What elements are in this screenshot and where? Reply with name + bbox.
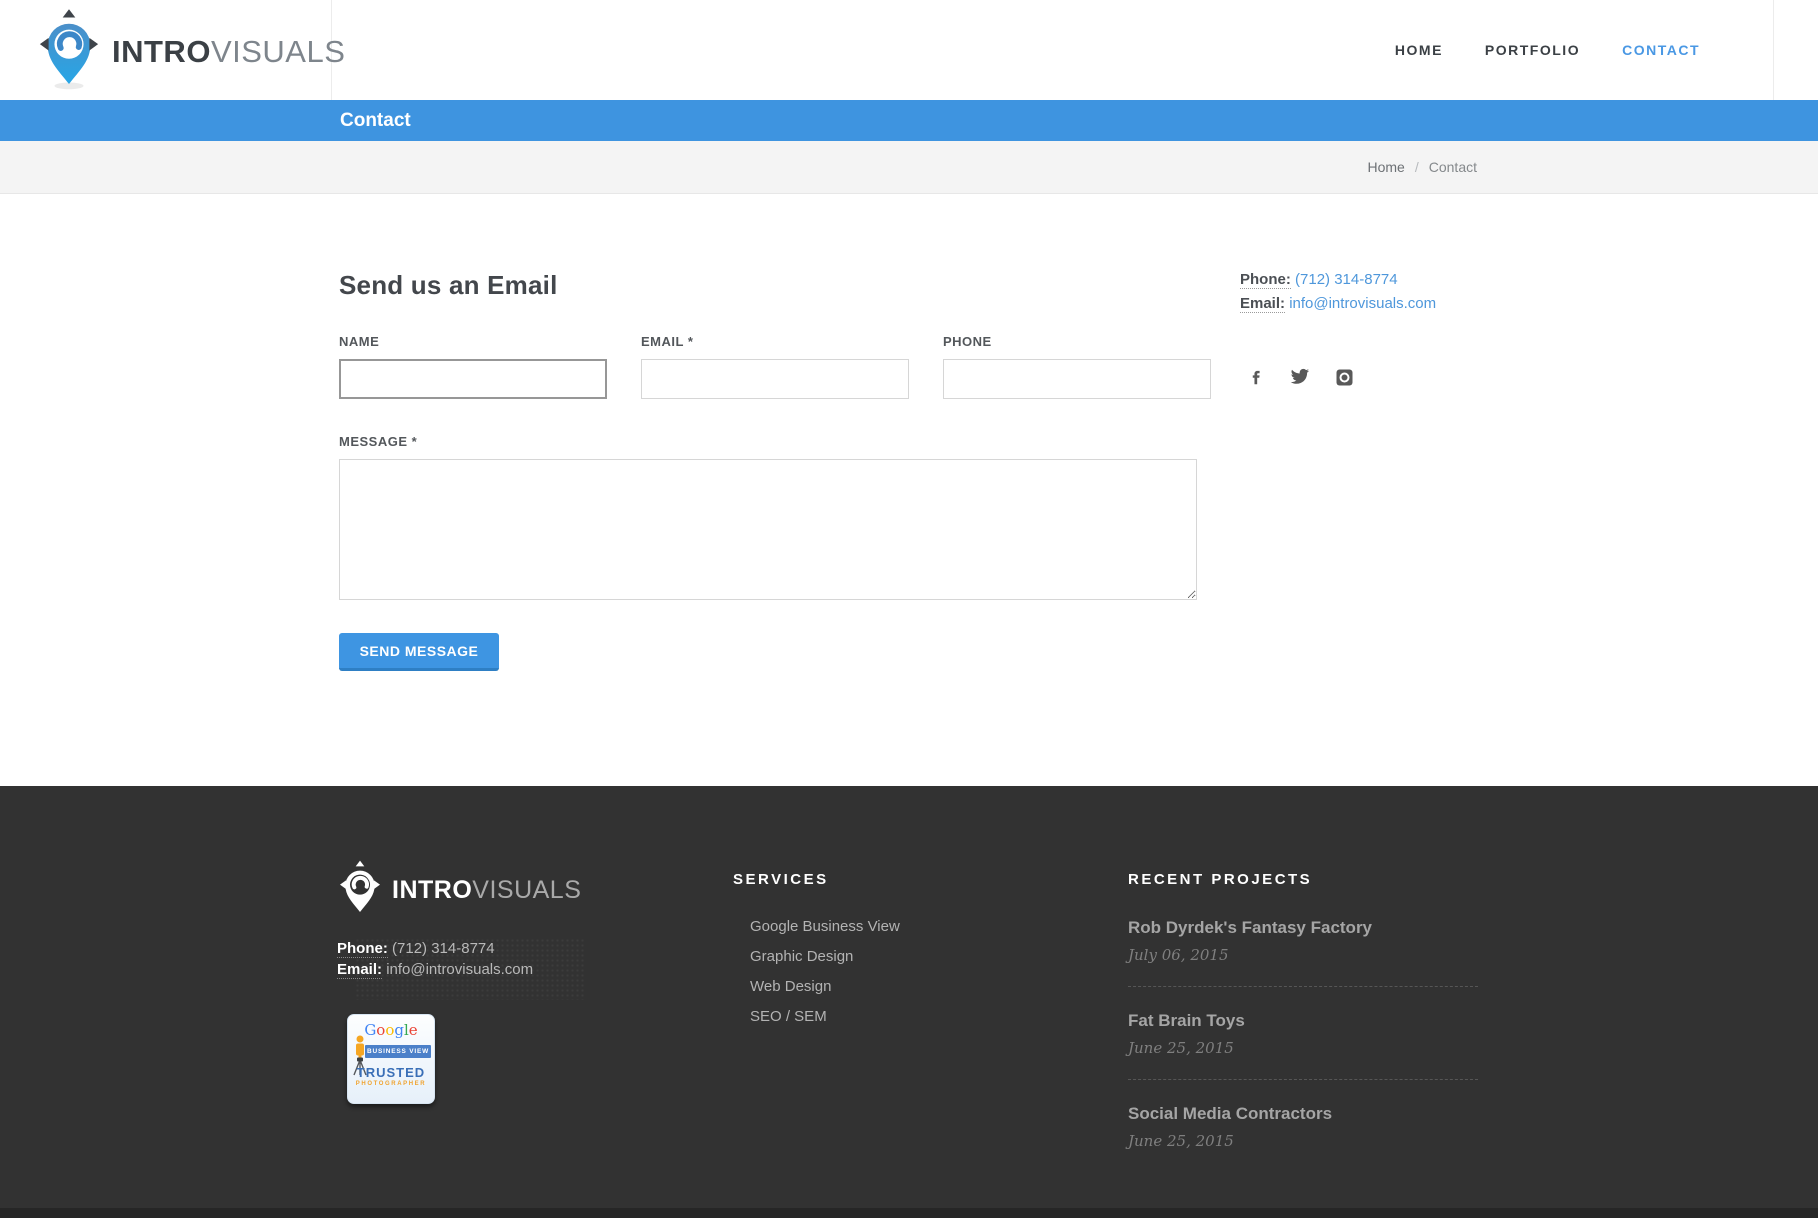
service-link-web-design[interactable]: Web Design [750,978,900,995]
email-info-label: Email: [1240,295,1285,313]
project-title-link[interactable]: Rob Dyrdek's Fantasy Factory [1128,918,1478,938]
footer-services: SERVICES Google Business View Graphic De… [733,871,900,1038]
breadcrumb: Home / Contact [0,141,1818,194]
name-input[interactable] [339,359,607,399]
phone-link[interactable]: (712) 314-8774 [1295,271,1398,288]
bottom-bar [0,1208,1818,1218]
recent-projects-heading: RECENT PROJECTS [1128,871,1478,888]
project-separator [1128,1079,1478,1080]
project-date: July 06, 2015 [1128,946,1478,964]
email-input[interactable] [641,359,909,399]
footer-phone-value: (712) 314-8774 [392,940,495,957]
business-view-band: BUSINESS VIEW [365,1045,431,1058]
header-divider-right [1773,0,1774,100]
service-link-seo-sem[interactable]: SEO / SEM [750,1008,900,1025]
footer-pin-camera-icon [337,860,383,921]
services-heading: SERVICES [733,871,900,888]
project-date: June 25, 2015 [1128,1039,1478,1057]
send-message-button[interactable]: SEND MESSAGE [339,633,499,671]
phone-input[interactable] [943,359,1211,399]
footer: INTROVISUALS Phone: (712) 314-8774 Email… [0,786,1818,1208]
message-textarea[interactable] [339,459,1197,600]
project-title-link[interactable]: Fat Brain Toys [1128,1011,1478,1031]
footer-site-name-light: VISUALS [472,876,581,904]
footer-email-label: Email: [337,961,382,979]
nav-item-portfolio[interactable]: PORTFOLIO [1485,42,1580,58]
footer-site-name: INTROVISUALS [392,876,581,905]
footer-contact-info: Phone: (712) 314-8774 Email: info@introv… [337,938,533,980]
message-field-group: MESSAGE * [339,434,1211,605]
site-name-bold: INTRO [112,34,211,69]
social-links [1243,364,1357,390]
facebook-icon[interactable] [1243,364,1269,390]
nav-item-home[interactable]: HOME [1395,42,1443,58]
message-label: MESSAGE * [339,434,1211,449]
footer-phone-label: Phone: [337,940,388,958]
site-name-light: VISUALS [211,34,345,69]
footer-email-value: info@introvisuals.com [386,961,533,978]
name-field-group: NAME [339,334,607,399]
breadcrumb-separator: / [1415,159,1419,175]
phone-label: PHONE [943,334,1211,349]
project-item: Fat Brain Toys June 25, 2015 [1128,1011,1478,1057]
email-link[interactable]: info@introvisuals.com [1289,295,1436,312]
nav-item-contact[interactable]: CONTACT [1622,42,1700,58]
contact-form: NAME EMAIL * PHONE MESSAGE * SEND MESSAG… [339,334,1211,671]
phone-field-group: PHONE [943,334,1211,399]
instagram-icon[interactable] [1331,364,1357,390]
contact-info: Phone: (712) 314-8774 Email: info@introv… [1240,270,1436,318]
phone-info-label: Phone: [1240,271,1291,289]
email-field-group: EMAIL * [641,334,909,399]
form-heading: Send us an Email [339,270,558,301]
name-label: NAME [339,334,607,349]
twitter-icon[interactable] [1287,364,1313,390]
project-item: Social Media Contractors June 25, 2015 [1128,1104,1478,1150]
page-title: Contact [340,110,411,132]
header: INTROVISUALS HOME PORTFOLIO CONTACT [0,0,1818,100]
breadcrumb-current: Contact [1429,159,1477,175]
page-title-band: Contact [0,100,1818,141]
project-title-link[interactable]: Social Media Contractors [1128,1104,1478,1124]
main-content: Send us an Email NAME EMAIL * PHONE MESS… [0,194,1818,786]
breadcrumb-home-link[interactable]: Home [1368,159,1405,175]
service-link-graphic-design[interactable]: Graphic Design [750,948,900,965]
site-name: INTROVISUALS [112,34,345,70]
footer-site-name-bold: INTRO [392,876,472,904]
pin-camera-icon [36,8,102,90]
footer-recent-projects: RECENT PROJECTS Rob Dyrdek's Fantasy Fac… [1128,871,1478,1150]
service-link-google-business-view[interactable]: Google Business View [750,918,900,935]
project-item: Rob Dyrdek's Fantasy Factory July 06, 20… [1128,918,1478,964]
site-logo[interactable]: INTROVISUALS [36,8,345,90]
badge-trusted-text: TRUSTED [348,1065,434,1080]
footer-logo[interactable]: INTROVISUALS [337,860,581,921]
google-trusted-photographer-badge[interactable]: Google BUSINESS VIEW TRUSTED PHOTOGRAPHE… [347,1014,435,1104]
main-nav: HOME PORTFOLIO CONTACT [1353,0,1700,100]
project-separator [1128,986,1478,987]
email-label: EMAIL * [641,334,909,349]
project-date: June 25, 2015 [1128,1132,1478,1150]
badge-photographer-text: PHOTOGRAPHER [348,1081,434,1087]
